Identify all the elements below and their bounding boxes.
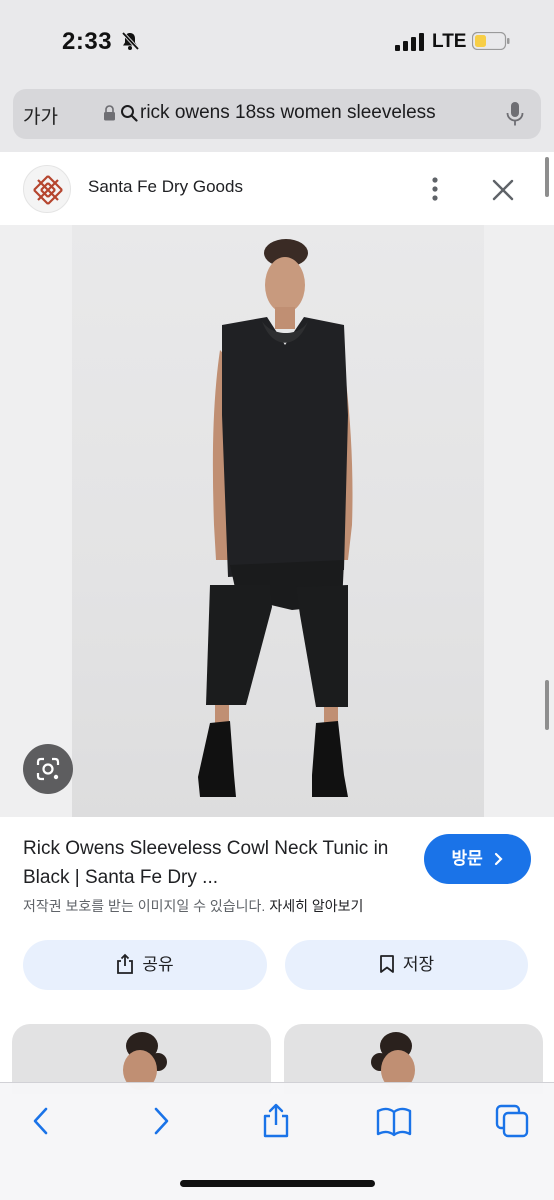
model-figure [198,239,353,797]
site-logo-icon[interactable] [23,165,71,213]
browser-chrome: 가가 rick owens 18ss women sleeveless [0,82,554,152]
lens-search-button[interactable] [23,744,73,794]
share-icon[interactable] [258,1103,294,1139]
text-size-button[interactable]: 가가 [23,102,58,129]
visit-button[interactable]: 방문 [424,834,531,884]
bookmarks-icon[interactable] [376,1103,412,1139]
url-text[interactable]: rick owens 18ss women sleeveless [140,102,436,124]
microphone-icon[interactable] [505,101,525,127]
scrollbar-top [545,157,549,197]
save-button[interactable]: 저장 [285,940,528,990]
share-icon [117,953,134,974]
back-icon[interactable] [24,1103,60,1139]
more-vertical-icon[interactable] [424,174,446,204]
copyright-notice: 저작권 보호를 받는 이미지일 수 있습니다. 자세히 알아보기 [23,896,363,916]
lens-icon [36,757,60,781]
result-title[interactable]: Rick Owens Sleeveless Cowl Neck Tunic in… [23,834,408,892]
close-icon[interactable] [490,177,516,203]
address-bar[interactable]: 가가 rick owens 18ss women sleeveless [13,89,541,139]
lock-icon [104,105,115,121]
status-bar: 2:33 LTE [0,0,554,82]
network-type: LTE [432,31,467,52]
save-label: 저장 [402,955,435,974]
bell-slash-icon [121,31,140,51]
search-icon [121,105,138,122]
signal-icon [395,33,424,51]
share-button[interactable]: 공유 [23,940,267,990]
product-photo[interactable] [72,225,484,817]
source-header: Santa Fe Dry Goods [0,152,554,225]
bookmark-icon [379,954,394,973]
battery-icon [472,32,510,50]
share-label: 공유 [142,955,174,974]
learn-more-link[interactable]: 자세히 알아보기 [269,898,363,914]
image-preview[interactable] [0,225,554,817]
scrollbar-thumb[interactable] [545,680,549,730]
tabs-icon[interactable] [494,1103,530,1139]
site-name[interactable]: Santa Fe Dry Goods [88,177,243,197]
visit-button-label: 방문 [451,849,483,868]
chevron-right-icon [494,852,503,865]
forward-icon[interactable] [142,1103,178,1139]
copyright-text: 저작권 보호를 받는 이미지일 수 있습니다. [23,898,266,914]
home-indicator[interactable] [180,1180,375,1187]
status-time: 2:33 [62,28,113,55]
